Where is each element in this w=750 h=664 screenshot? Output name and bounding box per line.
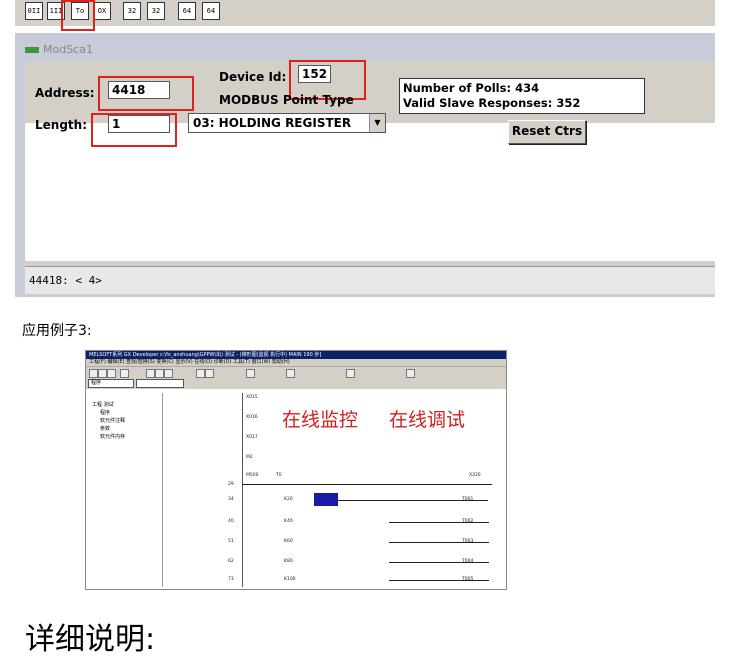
gx-combo-2[interactable]: [136, 379, 184, 388]
tree-item[interactable]: 软元件内存: [88, 432, 162, 440]
toolbar-button-7[interactable]: 64: [178, 2, 196, 20]
ladder-left-rail: [242, 393, 243, 587]
ladder-rung: [389, 542, 489, 543]
tool-icon[interactable]: [205, 369, 214, 378]
overlay-text-debug: 在线调试: [389, 409, 466, 431]
timer-value: K20: [284, 497, 293, 502]
tree-item[interactable]: 软元件注释: [88, 416, 162, 424]
tree-item[interactable]: 程序: [88, 408, 162, 416]
step-number: 51: [228, 539, 234, 544]
tool-icon[interactable]: [196, 369, 205, 378]
timer-value: K40: [284, 519, 293, 524]
example-caption: 应用例子3:: [22, 323, 92, 339]
timer-value: K80: [284, 559, 293, 564]
polls-count: Number of Polls: 434: [403, 81, 540, 95]
ladder-rung: [242, 484, 492, 485]
selection-cursor: [314, 493, 338, 506]
window-icon: [25, 47, 39, 53]
tool-icon[interactable]: [286, 369, 295, 378]
tool-icon[interactable]: [406, 369, 415, 378]
step-number: 73: [228, 577, 234, 582]
reset-counters-button[interactable]: Reset Ctrs: [508, 120, 586, 144]
point-type-value: 03: HOLDING REGISTER: [193, 116, 352, 130]
gx-toolbar: 程序: [86, 366, 506, 389]
tree-item[interactable]: 工程 测试: [88, 393, 162, 408]
point-type-select[interactable]: 03: HOLDING REGISTER ▼: [188, 113, 386, 133]
toolbar-button-4[interactable]: OX: [93, 2, 111, 20]
coil-label: X320: [469, 473, 481, 478]
tool-icon[interactable]: [346, 369, 355, 378]
project-tree: 工程 测试 程序 软元件注释 参数 软元件内存: [88, 393, 163, 587]
gx-developer-screenshot: MELSOFT系列 GX Developer c:\fx_anshuang\GP…: [85, 350, 507, 590]
modscan-window: ModSca1 Address: 4418 Length: 1 Device I…: [15, 33, 715, 297]
tree-item[interactable]: 参数: [88, 424, 162, 432]
poll-counters: Number of Polls: 434 Valid Slave Respons…: [399, 78, 645, 114]
window-title: ModSca1: [25, 43, 93, 56]
timer-value: K60: [284, 539, 293, 544]
toolbar-button-5[interactable]: 32: [123, 2, 141, 20]
overlay-text-monitor: 在线监控: [282, 409, 359, 431]
tool-icon[interactable]: [146, 369, 155, 378]
section-heading: 详细说明:: [25, 622, 156, 657]
gx-title-bar: MELSOFT系列 GX Developer c:\fx_anshuang\GP…: [86, 351, 506, 359]
step-number: 29: [228, 482, 234, 487]
open-icon[interactable]: [98, 369, 107, 378]
status-bar: 44418: < 4>: [25, 266, 715, 294]
step-number: 62: [228, 559, 234, 564]
contact-label: T0: [276, 473, 282, 478]
highlight-box: [61, 0, 95, 31]
contact-label: X017: [246, 435, 258, 440]
window-title-text: ModSca1: [43, 43, 93, 56]
highlight-box: [98, 76, 194, 111]
ladder-rung: [389, 522, 489, 523]
toolbar-button-8[interactable]: 64: [202, 2, 220, 20]
save-icon[interactable]: [107, 369, 116, 378]
device-id-label: Device Id:: [219, 70, 287, 84]
gx-menu-bar: 工程(F) 编辑(E) 查找/替换(S) 变换(C) 显示(V) 在线(O) 诊…: [86, 359, 506, 366]
toolbar: 0II 1II To OX 32 32 64 64: [15, 0, 715, 26]
length-label: Length:: [35, 118, 87, 132]
step-number: 34: [228, 497, 234, 502]
ladder-rung: [338, 500, 488, 501]
toolbar-button-1[interactable]: 0II: [25, 2, 43, 20]
toolbar-button-6[interactable]: 32: [147, 2, 165, 20]
contact-label: X015: [246, 395, 258, 400]
ladder-rung: [389, 562, 489, 563]
print-icon[interactable]: [120, 369, 129, 378]
contact-label: X016: [246, 415, 258, 420]
ladder-diagram: X015 X016 X017 M2 在线监控 在线调试 29 M500 T0 X…: [164, 393, 506, 587]
highlight-box: [91, 113, 177, 147]
contact-label: M500: [246, 473, 259, 478]
address-label: Address:: [35, 86, 95, 100]
tool-icon[interactable]: [246, 369, 255, 378]
tool-icon[interactable]: [155, 369, 164, 378]
ladder-rung: [389, 580, 489, 581]
tool-icon[interactable]: [164, 369, 173, 378]
timer-value: K100: [284, 577, 296, 582]
valid-responses-count: Valid Slave Responses: 352: [403, 96, 581, 110]
chevron-down-icon[interactable]: ▼: [369, 114, 385, 132]
gx-program-combo[interactable]: 程序: [88, 379, 134, 388]
new-icon[interactable]: [89, 369, 98, 378]
point-type-label: MODBUS Point Type: [219, 93, 354, 107]
contact-label: M2: [246, 455, 253, 460]
step-number: 40: [228, 519, 234, 524]
